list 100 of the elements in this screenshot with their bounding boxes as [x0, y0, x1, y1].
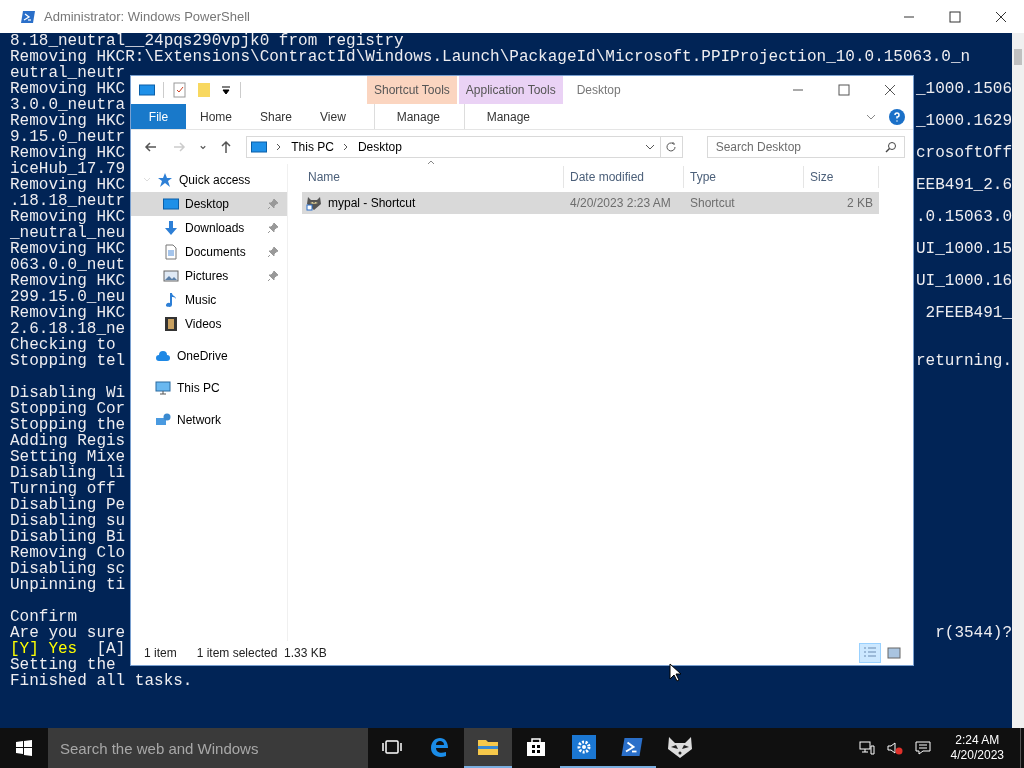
- console-line: 299.15.0_neu: [10, 289, 126, 305]
- nav-tree-item[interactable]: Videos: [131, 312, 287, 336]
- console-line: crosoftOff: [916, 145, 1012, 161]
- pin-icon[interactable]: [267, 222, 279, 234]
- nav-tree-item[interactable]: Documents: [131, 240, 287, 264]
- console-line: Stopping the: [10, 417, 126, 433]
- console-line: iceHub_17.79: [10, 161, 126, 177]
- column-header[interactable]: Size: [804, 166, 879, 188]
- refresh-icon: [665, 141, 678, 153]
- nav-tree-item[interactable]: Music: [131, 288, 287, 312]
- pin-icon[interactable]: [267, 198, 279, 210]
- console-line: Removing HKC: [10, 273, 126, 289]
- maximize-icon: [838, 84, 850, 96]
- breadcrumb-item[interactable]: Desktop: [357, 138, 402, 156]
- console-line: UI_1000.16: [916, 273, 1012, 289]
- monitor-icon: [155, 380, 171, 396]
- console-line: Removing HKC: [10, 209, 126, 225]
- task-view-icon: [382, 737, 402, 757]
- console-line: 8.18_neutral__24pqs290vpjk0 from registry: [10, 33, 404, 49]
- network-icon[interactable]: [858, 740, 875, 756]
- scrollbar[interactable]: [1012, 33, 1024, 728]
- sort-up-icon[interactable]: [427, 158, 435, 166]
- column-header[interactable]: Type: [684, 166, 804, 188]
- search-field[interactable]: Search Desktop: [706, 136, 905, 158]
- console-line: Removing HKC: [10, 241, 126, 257]
- dropdown-icon[interactable]: [220, 84, 232, 96]
- nav-tree-item[interactable]: OneDrive: [131, 344, 287, 368]
- nav-tree-item[interactable]: This PC: [131, 376, 287, 400]
- console-line: Setting the: [10, 657, 116, 673]
- pin-icon[interactable]: [267, 246, 279, 258]
- context-tab-header: Application Tools: [458, 76, 563, 104]
- window-title: Administrator: Windows PowerShell: [44, 7, 251, 26]
- ribbon-tab[interactable]: Manage: [463, 104, 552, 129]
- file-tab[interactable]: File: [131, 104, 186, 129]
- ribbon-tab[interactable]: Manage: [373, 104, 462, 129]
- network-icon: [155, 412, 171, 428]
- console-line: 9.15.0_neutr: [10, 129, 126, 145]
- help-icon[interactable]: [889, 108, 905, 125]
- address-bar[interactable]: This PC Desktop: [246, 136, 661, 158]
- nav-tree-item[interactable]: Pictures: [131, 264, 287, 288]
- table-cell-text: 2 KB: [846, 195, 874, 212]
- taskbar-app[interactable]: [464, 728, 512, 768]
- console-line: Removing HKC: [10, 81, 126, 97]
- cloud-icon: [155, 348, 171, 364]
- console-line: [Y] Yes [A]: [10, 641, 126, 657]
- document-icon: [163, 244, 179, 260]
- console-line: Removing Clo: [10, 545, 126, 561]
- column-header[interactable]: Date modified: [564, 166, 684, 188]
- console-line: _1000.1629: [916, 113, 1012, 129]
- pin-icon[interactable]: [267, 270, 279, 282]
- star-icon: [157, 172, 173, 188]
- nav-tree-item[interactable]: Network: [131, 408, 287, 432]
- console-line: .18.18_neutr: [10, 193, 126, 209]
- console-line: returning.: [916, 353, 1012, 369]
- table-cell-text: 4/20/2023 2:23 AM: [569, 195, 672, 212]
- image-icon: [886, 645, 902, 661]
- console-line: Removing HKC: [10, 113, 126, 129]
- window-title: Desktop: [576, 82, 621, 99]
- console-line: 3.0.0_neutra: [10, 97, 126, 113]
- status-text: 1 item: [144, 645, 177, 662]
- console-line: Disabling Wi: [10, 383, 126, 401]
- ribbon-tab[interactable]: Home: [186, 104, 246, 129]
- file-row[interactable]: mypal - Shortcut 4/20/2023 2:23 AM Shortcut 2 KB: [302, 192, 879, 214]
- search-field[interactable]: Search the web and Windows: [48, 728, 368, 768]
- windows-logo-icon: [16, 740, 32, 756]
- ribbon-tab[interactable]: View: [306, 104, 360, 129]
- console-line: 2FEEB491_: [925, 305, 1012, 321]
- nav-tree-item[interactable]: Downloads: [131, 216, 287, 240]
- console-line: Disabling Bi: [10, 529, 126, 545]
- context-tab-header: Shortcut Tools: [367, 76, 457, 104]
- console-line: Unpinning ti: [10, 577, 126, 593]
- console-line: Turning off: [10, 481, 116, 497]
- console-line: Stopping tel: [10, 353, 126, 369]
- column-header[interactable]: Name: [302, 166, 564, 188]
- clock[interactable]: 2:24 AM 4/20/2023: [942, 733, 1012, 763]
- volume-muted-icon[interactable]: [886, 740, 903, 756]
- breadcrumb-item[interactable]: This PC: [291, 138, 334, 156]
- music-note-icon: [163, 292, 179, 308]
- film-icon: [163, 316, 179, 332]
- console-line: EEB491_2.6: [916, 177, 1012, 193]
- console-line: .0.15063.0: [916, 209, 1012, 225]
- raccoon-icon: [666, 735, 694, 759]
- close-icon: [995, 10, 1007, 23]
- console-line: Disabling Pe: [10, 497, 126, 513]
- console-line: _neutral_neu: [10, 225, 126, 241]
- notifications-icon[interactable]: [914, 740, 931, 756]
- console-line: 063.0.0_neut: [10, 257, 126, 273]
- console-line: Removing HKCR:\Extensions\ContractId\Windows.Launch\PackageId\Microsoft.PPIProjection_10.0.15063.0_n: [10, 49, 971, 65]
- nav-tree-item[interactable]: Desktop: [131, 192, 287, 216]
- chevron-right-icon[interactable]: [341, 143, 350, 151]
- console-line: Are you sure: [10, 625, 126, 641]
- powershell-icon: [20, 8, 36, 25]
- console-line: _1000.1506: [916, 81, 1012, 97]
- console-line: Disabling su: [10, 513, 126, 529]
- ribbon-tab[interactable]: Share: [246, 104, 307, 129]
- desktop-icon[interactable]: [139, 82, 155, 98]
- properties-icon[interactable]: [172, 82, 188, 98]
- status-text: 1 item selected 1.33 KB: [196, 645, 327, 662]
- nav-tree-item[interactable]: Quick access: [131, 168, 287, 192]
- console-line: Confirm: [10, 607, 78, 625]
